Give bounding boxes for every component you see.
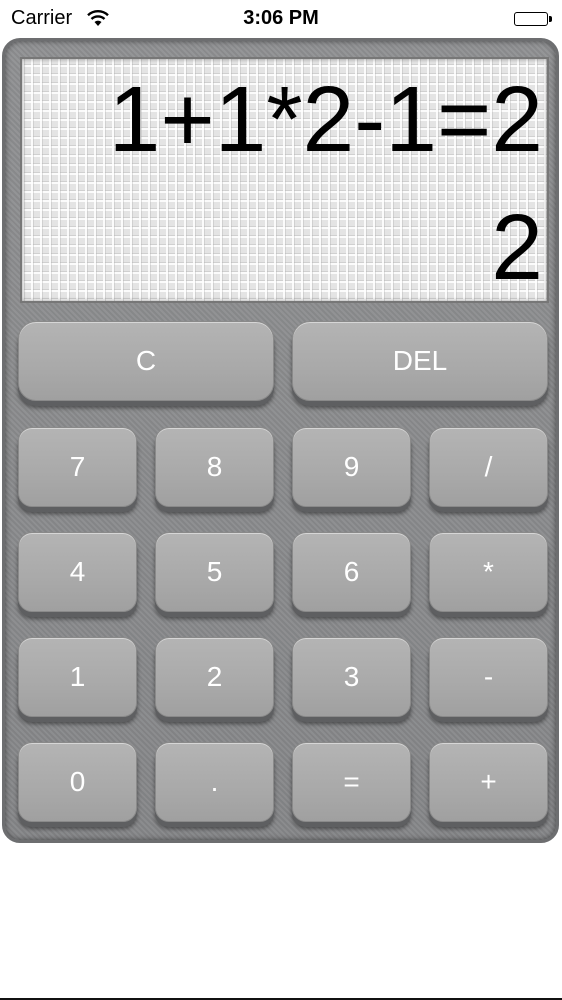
calculator-display: 1+1*2-1=2 2 — [20, 57, 549, 303]
expression-readout: 1+1*2-1=2 — [108, 67, 543, 171]
equals-button[interactable]: = — [292, 742, 411, 822]
digit-0-button[interactable]: 0 — [18, 742, 137, 822]
multiply-button[interactable]: * — [429, 532, 548, 612]
digit-3-button[interactable]: 3 — [292, 637, 411, 717]
digit-6-button[interactable]: 6 — [292, 532, 411, 612]
delete-button[interactable]: DEL — [292, 321, 548, 401]
result-readout: 2 — [491, 195, 543, 299]
calculator-body: 1+1*2-1=2 2 C DEL 7 8 9 / 4 5 6 * 1 2 3 … — [2, 38, 559, 843]
status-bar: Carrier 3:06 PM — [0, 0, 562, 36]
divide-button[interactable]: / — [429, 427, 548, 507]
digit-7-button[interactable]: 7 — [18, 427, 137, 507]
digit-4-button[interactable]: 4 — [18, 532, 137, 612]
decimal-point-button[interactable]: . — [155, 742, 274, 822]
clear-button[interactable]: C — [18, 321, 274, 401]
add-button[interactable]: + — [429, 742, 548, 822]
subtract-button[interactable]: - — [429, 637, 548, 717]
clock-time: 3:06 PM — [243, 7, 319, 29]
digit-2-button[interactable]: 2 — [155, 637, 274, 717]
digit-5-button[interactable]: 5 — [155, 532, 274, 612]
digit-1-button[interactable]: 1 — [18, 637, 137, 717]
digit-8-button[interactable]: 8 — [155, 427, 274, 507]
digit-9-button[interactable]: 9 — [292, 427, 411, 507]
battery-full-icon — [514, 12, 552, 26]
